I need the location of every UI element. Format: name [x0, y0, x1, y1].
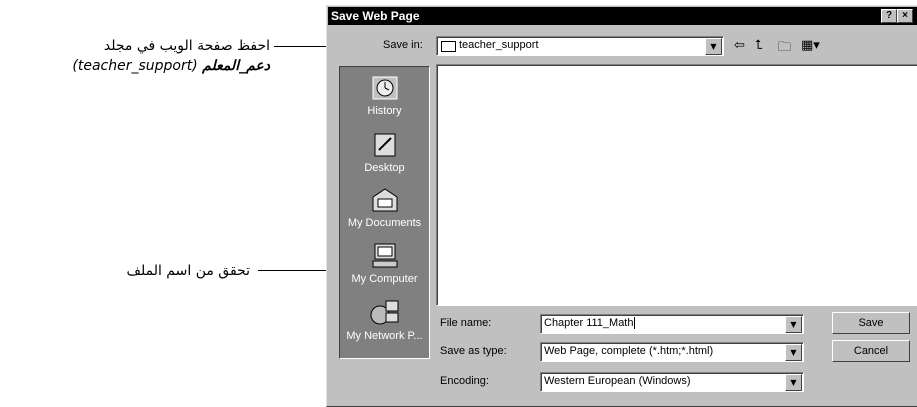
save-as-type-dropdown-button[interactable]: ▼ [785, 344, 802, 361]
encoding-combo[interactable]: Western European (Windows) ▼ [540, 372, 804, 392]
close-button[interactable]: × [897, 9, 913, 23]
save-in-callout-folder-english: (teacher_support) [72, 58, 198, 74]
back-arrow-icon[interactable]: ⇦ [734, 38, 745, 53]
help-button[interactable]: ? [881, 9, 897, 23]
encoding-label: Encoding: [440, 375, 489, 387]
place-my-network[interactable]: My Network P... [340, 298, 429, 342]
place-history[interactable]: History [340, 73, 429, 117]
save-as-type-label: Save as type: [440, 345, 507, 357]
file-name-dropdown-button[interactable]: ▼ [785, 316, 802, 333]
save-as-type-value: Web Page, complete (*.htm;*.html) [544, 345, 714, 357]
save-in-combo[interactable]: teacher_support ▼ [436, 36, 724, 56]
file-name-value: Chapter 111_Math [544, 317, 634, 329]
new-folder-icon[interactable]: 🗀 [778, 38, 791, 60]
file-name-input[interactable]: Chapter 111_Math ▼ [540, 314, 804, 334]
my-network-places-icon [370, 300, 398, 325]
encoding-dropdown-button[interactable]: ▼ [785, 374, 802, 391]
place-my-computer[interactable]: My Computer [340, 241, 429, 285]
save-web-page-dialog: Save Web Page ? × Save in: teacher_suppo… [326, 5, 917, 407]
save-in-label: Save in: [383, 39, 423, 51]
text-caret [634, 317, 636, 330]
file-list[interactable] [436, 64, 917, 306]
save-as-type-combo[interactable]: Web Page, complete (*.htm;*.html) ▼ [540, 342, 804, 362]
save-in-callout-line1: احفظ صفحة الويب في مجلد [103, 38, 270, 54]
save-in-dropdown-button[interactable]: ▼ [705, 38, 722, 55]
my-documents-icon [372, 188, 397, 212]
save-in-callout-folder-arabic: دعم_المعلم [202, 58, 270, 74]
up-folder-icon[interactable]: ⮤ [755, 38, 763, 53]
place-my-documents[interactable]: My Documents [340, 185, 429, 229]
save-button[interactable]: Save [832, 312, 910, 334]
folder-icon [441, 41, 456, 52]
save-in-value: teacher_support [459, 39, 539, 51]
save-in-callout: احفظ صفحة الويب في مجلد دعم_المعلم (teac… [0, 36, 270, 76]
views-menu-icon[interactable]: ▦▾ [801, 38, 820, 53]
places-bar: History Desktop My Documents My Computer [339, 66, 430, 359]
cancel-button[interactable]: Cancel [832, 340, 910, 362]
file-name-label: File name: [440, 317, 492, 329]
my-computer-icon [372, 243, 397, 268]
desktop-icon [374, 133, 395, 157]
place-desktop[interactable]: Desktop [340, 130, 429, 174]
history-icon [372, 76, 397, 100]
dialog-titlebar: Save Web Page [328, 7, 917, 25]
encoding-value: Western European (Windows) [544, 375, 691, 387]
dialog-title: Save Web Page [331, 9, 420, 23]
check-filename-callout: تحقق من اسم الملف [126, 263, 250, 279]
